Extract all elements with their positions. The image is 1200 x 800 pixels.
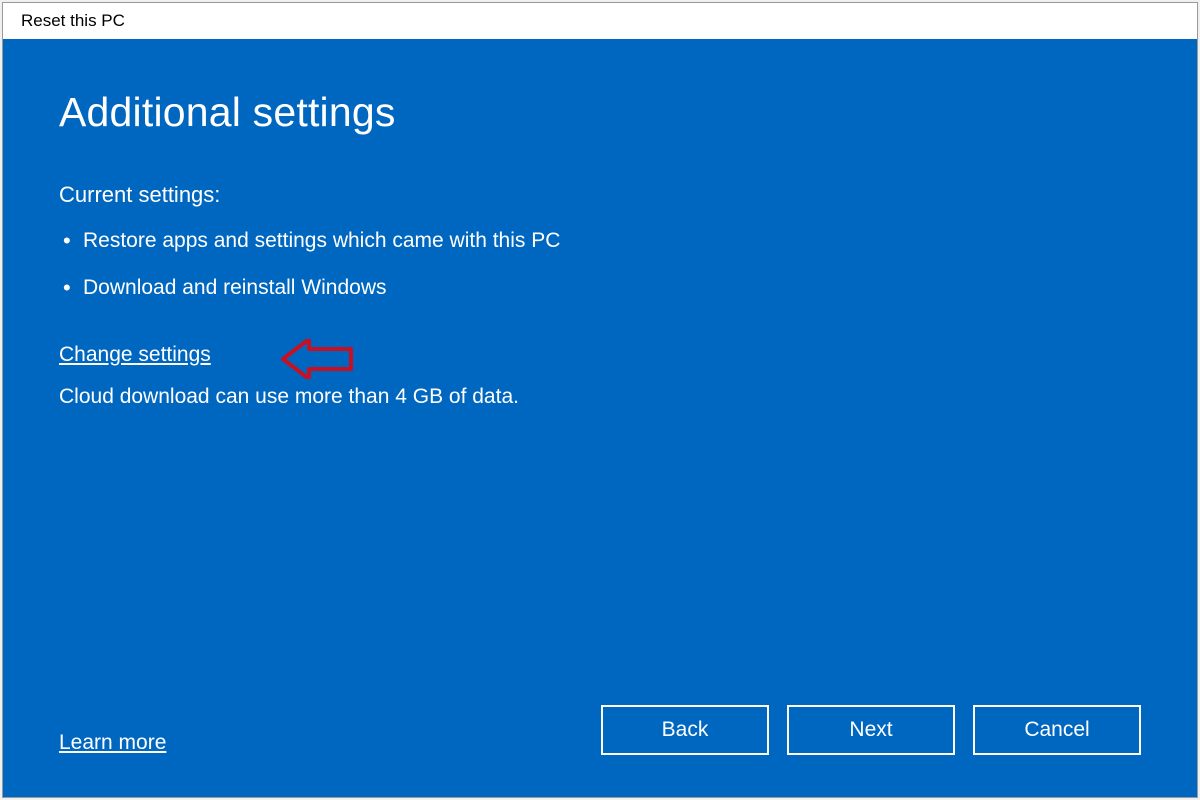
back-button[interactable]: Back (601, 705, 769, 755)
page-heading: Additional settings (59, 89, 1141, 136)
reset-pc-window: Reset this PC Additional settings Curren… (2, 2, 1198, 798)
titlebar: Reset this PC (3, 3, 1197, 39)
learn-more-link[interactable]: Learn more (59, 731, 166, 755)
cloud-download-note: Cloud download can use more than 4 GB of… (59, 385, 1141, 409)
change-settings-link[interactable]: Change settings (59, 343, 211, 367)
current-settings-label: Current settings: (59, 182, 1141, 208)
bottom-bar: Learn more Back Next Cancel (59, 705, 1141, 767)
annotation-arrow-icon (281, 339, 353, 379)
change-settings-row: Change settings (59, 343, 1141, 385)
current-settings-list: Restore apps and settings which came wit… (59, 226, 1141, 321)
cancel-button[interactable]: Cancel (973, 705, 1141, 755)
content-pane: Additional settings Current settings: Re… (3, 39, 1197, 797)
button-row: Back Next Cancel (601, 705, 1141, 755)
window-title: Reset this PC (21, 11, 125, 31)
next-button[interactable]: Next (787, 705, 955, 755)
list-item: Download and reinstall Windows (63, 273, 1141, 302)
list-item: Restore apps and settings which came wit… (63, 226, 1141, 255)
